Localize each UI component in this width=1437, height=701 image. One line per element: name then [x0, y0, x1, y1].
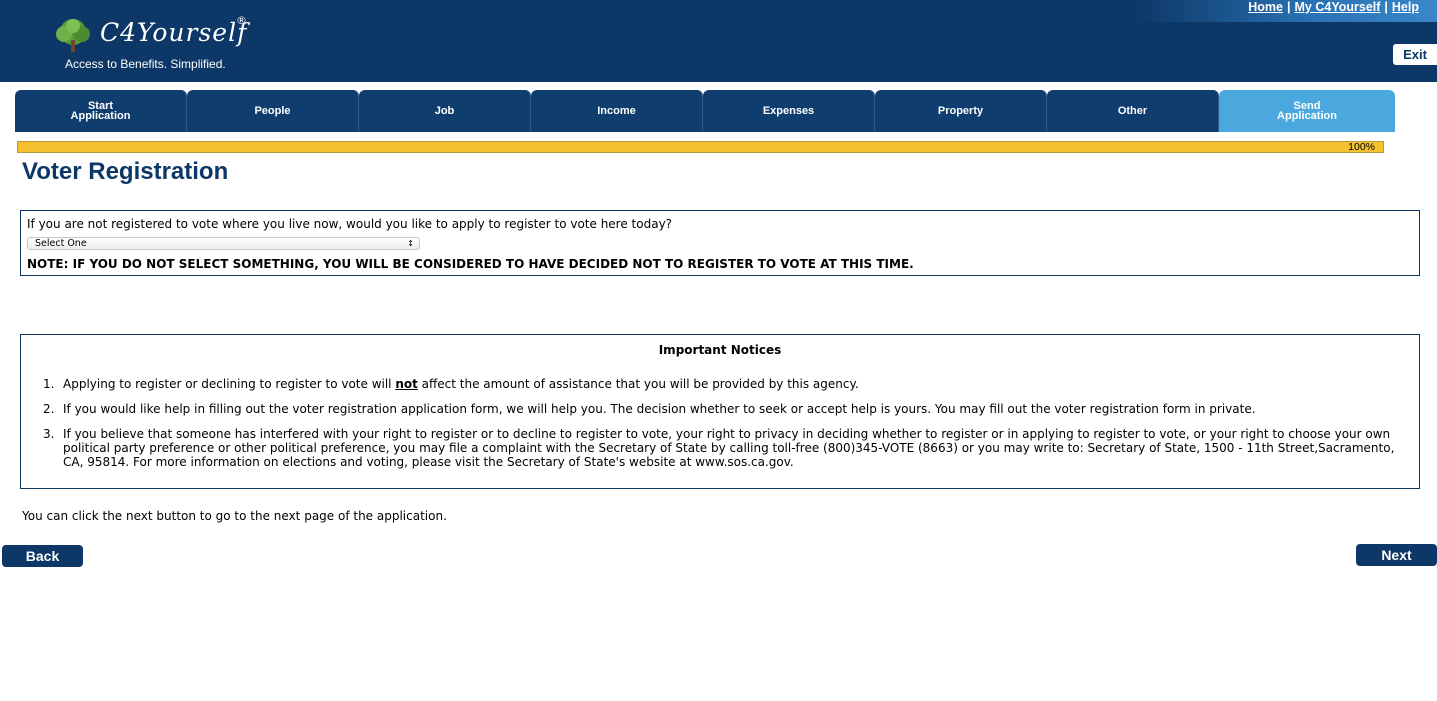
notices-title: Important Notices	[658, 343, 782, 357]
tab-label: Other	[1117, 105, 1148, 117]
tab-label: Send Application	[1277, 100, 1337, 122]
tab-start-application[interactable]: Start Application	[15, 90, 187, 132]
tab-property[interactable]: Property	[875, 90, 1047, 132]
tab-expenses[interactable]: Expenses	[703, 90, 875, 132]
next-hint-text: You can click the next button to go to t…	[22, 509, 447, 523]
notice-item: 3. If you believe that someone has inter…	[43, 427, 1395, 469]
tab-label: Expenses	[762, 105, 815, 117]
back-button[interactable]: Back	[2, 545, 83, 567]
notices-list: 1. Applying to register or declining to …	[39, 377, 1409, 480]
tab-send-application[interactable]: Send Application	[1219, 90, 1395, 132]
top-links: Home | My C4Yourself | Help	[1248, 0, 1419, 14]
notice-item: 2. If you would like help in filling out…	[43, 402, 1256, 416]
tab-label: Start Application	[70, 100, 131, 122]
tab-income[interactable]: Income	[531, 90, 703, 132]
tree-logo-icon	[56, 19, 90, 52]
voter-note: NOTE: IF YOU DO NOT SELECT SOMETHING, YO…	[27, 257, 914, 271]
tab-label: Job	[434, 105, 455, 117]
tab-label: Property	[937, 105, 984, 117]
notice-number: 1.	[43, 377, 55, 391]
progress-bar: 100%	[17, 141, 1384, 153]
select-arrows-icon: ↕	[407, 239, 414, 248]
notice-number: 3.	[43, 427, 55, 441]
next-button[interactable]: Next	[1356, 544, 1437, 566]
logo-text[interactable]: C4Yourself	[100, 18, 247, 47]
tab-label: Income	[597, 105, 636, 117]
tab-job[interactable]: Job	[359, 90, 531, 132]
important-notices-panel: Important Notices 1. Applying to registe…	[20, 334, 1420, 489]
notice-emphasis: not	[395, 377, 418, 391]
voter-question-text: If you are not registered to vote where …	[27, 217, 673, 231]
exit-button[interactable]: Exit	[1393, 44, 1437, 65]
link-separator: |	[1287, 0, 1291, 14]
home-link[interactable]: Home	[1248, 0, 1283, 14]
select-value: Select One	[35, 238, 87, 249]
notice-item: 1. Applying to register or declining to …	[43, 377, 859, 391]
tab-other[interactable]: Other	[1047, 90, 1219, 132]
header-bar: C4Yourself ® Access to Benefits. Simplif…	[0, 0, 1437, 82]
register-to-vote-select[interactable]: Select One ↕	[27, 237, 420, 250]
progress-label: 100%	[1348, 141, 1375, 153]
page-title: Voter Registration	[22, 158, 229, 185]
tagline: Access to Benefits. Simplified.	[65, 57, 226, 71]
voter-question-panel: If you are not registered to vote where …	[20, 210, 1420, 276]
tab-people[interactable]: People	[187, 90, 359, 132]
tab-label: People	[254, 105, 291, 117]
step-tabs: Start Application People Job Income Expen…	[15, 90, 1395, 132]
notice-number: 2.	[43, 402, 55, 416]
help-link[interactable]: Help	[1392, 0, 1419, 14]
logo-registered-mark: ®	[236, 14, 247, 27]
my-c4yourself-link[interactable]: My C4Yourself	[1295, 0, 1381, 14]
link-separator: |	[1384, 0, 1388, 14]
